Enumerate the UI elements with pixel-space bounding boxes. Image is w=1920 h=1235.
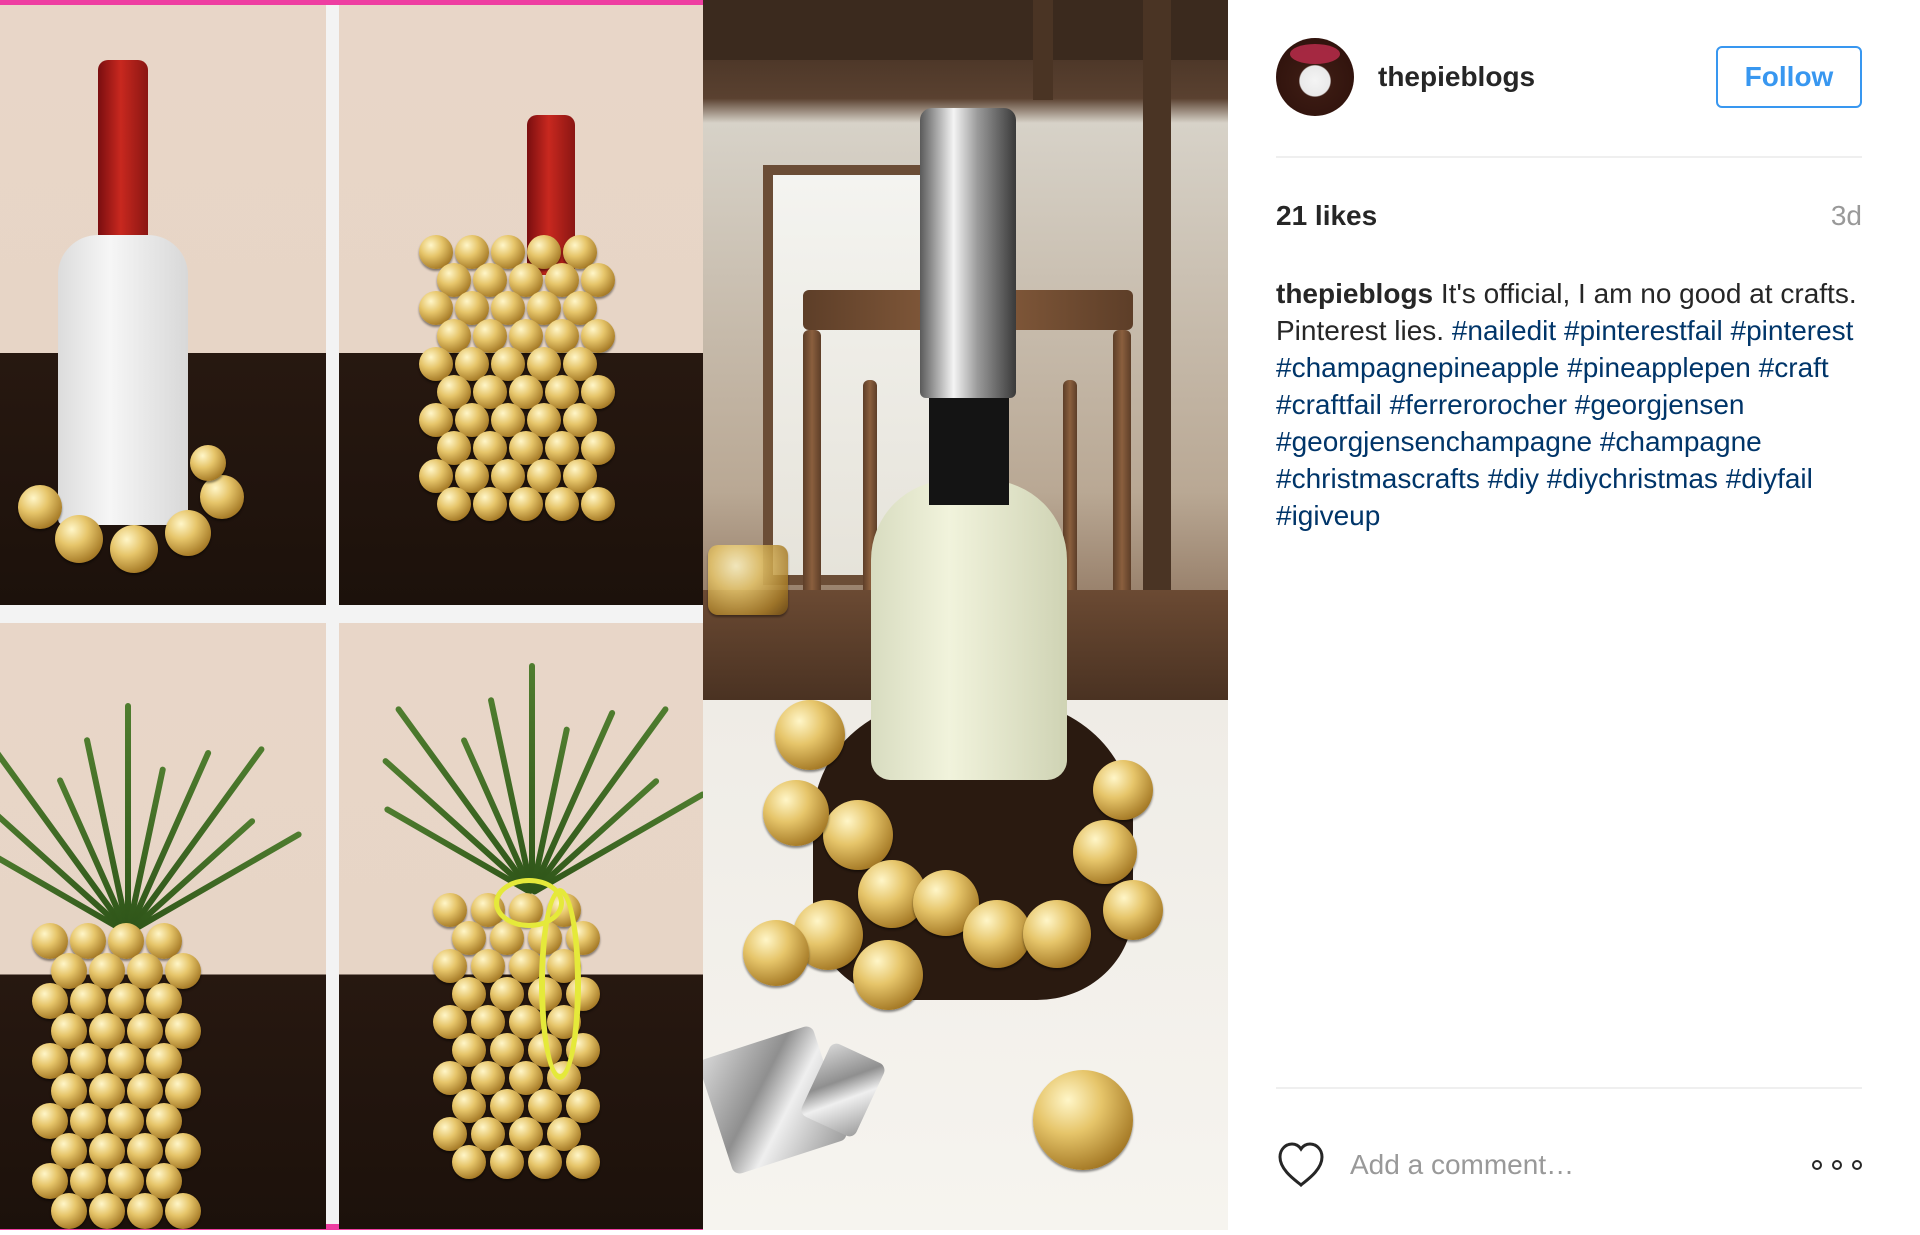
hashtag-link[interactable]: #georgjensen xyxy=(1575,389,1745,420)
post-sidebar: thepieblogs Follow 21 likes 3d thepieblo… xyxy=(1228,0,1920,1235)
hashtag-link[interactable]: #igiveup xyxy=(1276,500,1380,531)
collage-panel-wrapped-pineapple xyxy=(339,623,703,1229)
likes-count[interactable]: 21 likes xyxy=(1276,200,1377,232)
hashtag-link[interactable]: #pinterest xyxy=(1731,315,1854,346)
follow-button[interactable]: Follow xyxy=(1716,46,1862,108)
hashtag-link[interactable]: #ferrerorocher xyxy=(1390,389,1567,420)
collage-panel-wrapped-bottle xyxy=(0,5,326,605)
caption-username-link[interactable]: thepieblogs xyxy=(1276,278,1433,309)
post-media[interactable] xyxy=(0,0,1228,1235)
hashtag-link[interactable]: #pinterestfail xyxy=(1564,315,1723,346)
hashtag-link[interactable]: #pineapplepen xyxy=(1567,352,1751,383)
hashtag-link[interactable]: #diy xyxy=(1488,463,1539,494)
hashtag-link[interactable]: #nailedit xyxy=(1452,315,1556,346)
hashtag-link[interactable]: #christmascrafts xyxy=(1276,463,1480,494)
craft-collage-image xyxy=(0,0,703,1230)
username-link[interactable]: thepieblogs xyxy=(1378,61,1535,93)
header-divider xyxy=(1276,156,1862,158)
post-header: thepieblogs Follow xyxy=(1276,38,1862,118)
comment-bar xyxy=(1276,1135,1862,1195)
heart-icon[interactable] xyxy=(1276,1141,1326,1189)
avatar[interactable] xyxy=(1276,38,1354,116)
hashtag-link[interactable]: #champagne xyxy=(1600,426,1762,457)
champagne-bottle-photo xyxy=(703,0,1228,1230)
hashtag-link[interactable]: #craftfail xyxy=(1276,389,1382,420)
hashtag-list: #nailedit #pinterestfail #pinterest #cha… xyxy=(1276,315,1853,531)
collage-panel-pineapple xyxy=(0,623,326,1229)
hashtag-link[interactable]: #champagnepineapple xyxy=(1276,352,1559,383)
hashtag-link[interactable]: #diychristmas xyxy=(1547,463,1718,494)
hashtag-link[interactable]: #diyfail xyxy=(1726,463,1813,494)
post-timestamp[interactable]: 3d xyxy=(1831,200,1862,232)
hashtag-link[interactable]: #georgjensenchampagne xyxy=(1276,426,1592,457)
post-caption: thepieblogs It's official, I am no good … xyxy=(1276,275,1876,534)
comment-input[interactable] xyxy=(1350,1143,1790,1187)
more-options-icon[interactable] xyxy=(1812,1153,1862,1177)
collage-panel-covered-bottle xyxy=(339,5,703,605)
comment-divider xyxy=(1276,1087,1862,1089)
hashtag-link[interactable]: #craft xyxy=(1759,352,1829,383)
